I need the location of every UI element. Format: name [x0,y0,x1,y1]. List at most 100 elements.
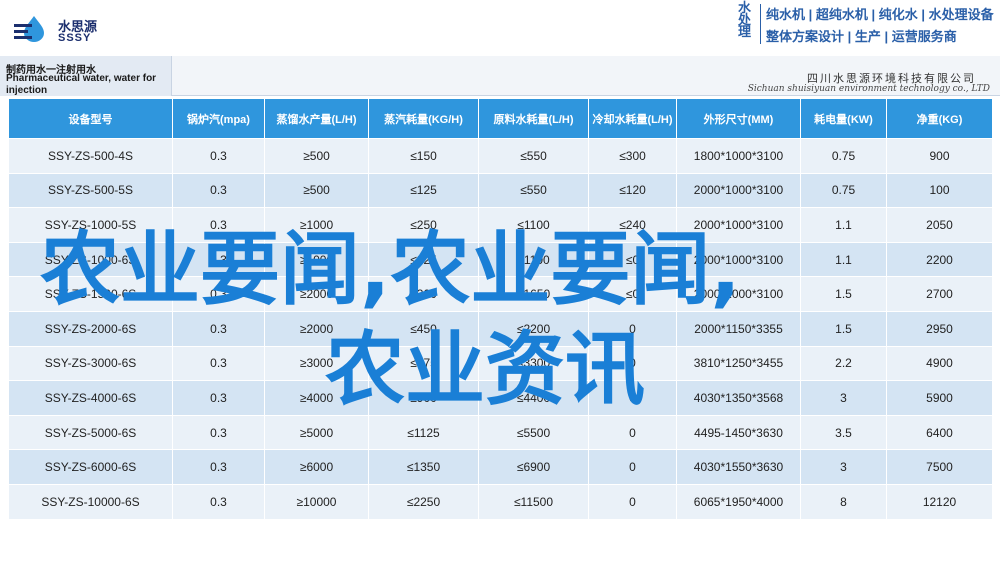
tagline-vertical-label: 水处理 [738,0,752,39]
cell-cooling-water: 0 [588,414,677,451]
cell-boiler-steam: 0.3 [172,276,265,312]
cell-net-weight: 2050 [886,207,993,243]
document-title-band: 制药用水一注射用水 Pharmaceutical water, water fo… [0,56,1000,96]
cell-model: SSY-ZS-2000-6S [8,310,173,347]
cell-dimensions: 4495-1450*3630 [676,414,801,451]
cell-boiler-steam: 0.3 [172,483,265,520]
company-logo[interactable]: 水思源 SSSY [14,12,114,48]
title-en-line2: injection [6,85,48,96]
cell-net-weight: 100 [886,172,993,209]
cell-steam-consumption: ≤225 [368,241,479,278]
cell-boiler-steam: 0.3 [172,172,265,209]
cell-cooling-water: ≤120 [588,172,677,209]
table-row: SSY-ZS-2000-6S 0.3 ≥2000 ≤450 ≤2200 0 2000*115… [8,310,993,347]
cell-distilled-output: ≥1000 [264,207,369,243]
cell-distilled-output: ≥2000 [264,276,369,312]
cell-net-weight: 2950 [886,310,993,347]
cell-dimensions: 2000*1000*3100 [676,276,801,312]
cell-net-weight: 12120 [886,483,993,520]
cell-dimensions: 2000*1000*3100 [676,241,801,278]
cell-dimensions: 2000*1000*3100 [676,172,801,209]
cell-power: 3 [800,449,887,485]
cell-model: SSY-ZS-5000-6S [8,414,173,451]
header-net-weight: 净重(KG) [886,98,993,139]
cell-power: 3.5 [800,414,887,451]
cell-model: SSY-ZS-4000-6S [8,380,173,416]
cell-steam-consumption: ≤450 [368,310,479,347]
tagline-services: 整体方案设计 | 生产 | 运营服务商 [766,29,957,44]
cell-cooling-water: 0 [588,380,677,416]
cell-power: 0.75 [800,172,887,209]
cell-power: 1.5 [800,276,887,312]
cell-net-weight: 7500 [886,449,993,485]
table-row: SSY-ZS-3000-6S 0.3 ≥3000 ≤675 ≤3300 0 3810*125… [8,345,993,382]
header-steam-consumption: 蒸汽耗量(KG/H) [368,98,479,139]
cell-cooling-water: ≤0 [588,241,677,278]
cell-cooling-water: 0 [588,310,677,347]
cell-model: SSY-ZS-1500-6S [8,276,173,312]
cell-net-weight: 2200 [886,241,993,278]
cell-boiler-steam: 0.3 [172,310,265,347]
table-row: SSY-ZS-5000-6S 0.3 ≥5000 ≤1125 ≤5500 0 4495-14… [8,414,993,451]
service-tagline: 水处理 纯水机 | 超纯水机 | 纯化水 | 水处理设备 整体方案设计 | 生产… [736,0,1000,52]
cell-net-weight: 4900 [886,345,993,382]
cell-dimensions: 2000*1000*3100 [676,207,801,243]
cell-distilled-output: ≥2000 [264,310,369,347]
cell-raw-water: ≤6900 [478,449,589,485]
cell-distilled-output: ≥1000 [264,241,369,278]
cell-raw-water: ≤4400 [478,380,589,416]
cell-model: SSY-ZS-500-4S [8,138,173,174]
cell-boiler-steam: 0.3 [172,380,265,416]
cell-power: 0.75 [800,138,887,174]
header-boiler-steam: 锅炉汽(mpa) [172,98,265,139]
tagline-products: 纯水机 | 超纯水机 | 纯化水 | 水处理设备 [766,7,994,22]
cell-raw-water: ≤1650 [478,276,589,312]
cell-boiler-steam: 0.3 [172,241,265,278]
cell-cooling-water: 0 [588,483,677,520]
document-title: 制药用水一注射用水 Pharmaceutical water, water fo… [0,56,172,96]
cell-power: 2.2 [800,345,887,382]
company-banner: 四川水思源环境科技有限公司 Sichuan shuisiyuan environ… [172,56,1000,96]
cell-cooling-water: 0 [588,449,677,485]
cell-steam-consumption: ≤1125 [368,414,479,451]
cell-distilled-output: ≥6000 [264,449,369,485]
cell-distilled-output: ≥500 [264,172,369,209]
cell-model: SSY-ZS-1000-6S [8,241,173,278]
table-row: SSY-ZS-1500-6S 0.3 ≥2000 ≤300 ≤1650 ≤0 2000*10… [8,276,993,312]
cell-boiler-steam: 0.3 [172,345,265,382]
cell-raw-water: ≤550 [478,138,589,174]
page-header: 水思源 SSSY 水处理 纯水机 | 超纯水机 | 纯化水 | 水处理设备 整体… [0,0,1000,56]
cell-steam-consumption: ≤250 [368,207,479,243]
cell-steam-consumption: ≤125 [368,172,479,209]
header-raw-water: 原料水耗量(L/H) [478,98,589,139]
cell-model: SSY-ZS-3000-6S [8,345,173,382]
header-distilled-output: 蒸馏水产量(L/H) [264,98,369,139]
cell-raw-water: ≤1100 [478,207,589,243]
cell-net-weight: 6400 [886,414,993,451]
cell-power: 1.1 [800,207,887,243]
cell-distilled-output: ≥5000 [264,414,369,451]
table-row: SSY-ZS-1000-6S 0.3 ≥1000 ≤225 ≤1100 ≤0 2000*10… [8,241,993,278]
table-row: SSY-ZS-500-5S 0.3 ≥500 ≤125 ≤550 ≤120 2000*100… [8,172,993,209]
cell-net-weight: 900 [886,138,993,174]
cell-steam-consumption: ≤300 [368,276,479,312]
cell-steam-consumption: ≤150 [368,138,479,174]
company-name-en: Sichuan shuisiyuan environment technolog… [747,84,990,94]
cell-steam-consumption: ≤2250 [368,483,479,520]
cell-model: SSY-ZS-10000-6S [8,483,173,520]
table-row: SSY-ZS-1000-5S 0.3 ≥1000 ≤250 ≤1100 ≤240 2000*… [8,207,993,243]
cell-raw-water: ≤550 [478,172,589,209]
cell-boiler-steam: 0.3 [172,414,265,451]
header-power: 耗电量(KW) [800,98,887,139]
cell-boiler-steam: 0.3 [172,138,265,174]
cell-dimensions: 4030*1550*3630 [676,449,801,485]
cell-net-weight: 5900 [886,380,993,416]
cell-steam-consumption: ≤675 [368,345,479,382]
cell-raw-water: ≤11500 [478,483,589,520]
table-row: SSY-ZS-500-4S 0.3 ≥500 ≤150 ≤550 ≤300 1800*100… [8,138,993,174]
cell-distilled-output: ≥3000 [264,345,369,382]
title-en-line1: Pharmaceutical water, water for [6,73,157,84]
cell-cooling-water: ≤0 [588,276,677,312]
tagline-divider [760,4,761,44]
header-cooling-water: 冷却水耗量(L/H) [588,98,677,139]
